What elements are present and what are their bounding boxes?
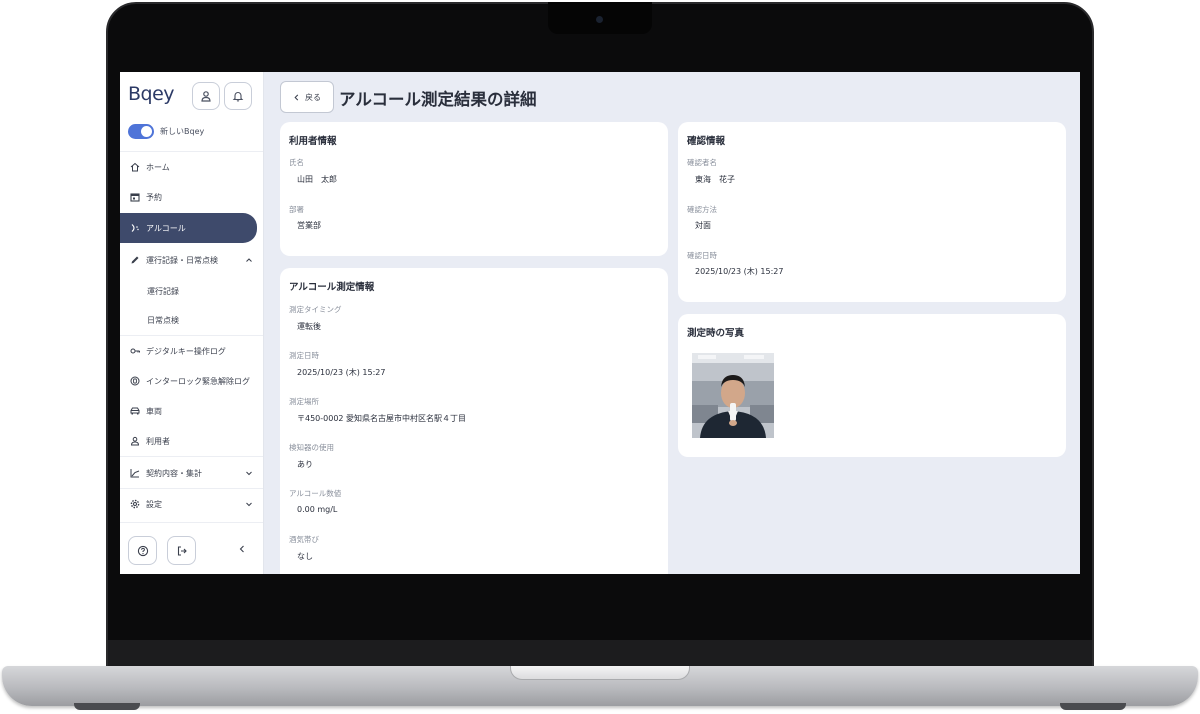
logout-icon [177, 545, 187, 556]
sidebar-item-alcohol[interactable]: アルコール [120, 213, 257, 243]
card-title: 確認情報 [687, 136, 726, 147]
pencil-icon [131, 256, 139, 264]
detector-value: あり [297, 460, 313, 469]
sidebar-item-label: 予約 [146, 192, 162, 202]
sidebar-item-label: ホーム [146, 162, 170, 172]
department-label: 部署 [289, 205, 304, 214]
sidebar-item-contract-summary[interactable]: 契約内容・集計 [120, 458, 263, 488]
laptop-foot [1060, 703, 1126, 710]
sidebar: Bqey 新しいBqey ホーム 予約 アルコール 運行記録・日常点検 運行記録… [120, 72, 264, 574]
bell-icon [232, 92, 244, 102]
confirmer-value: 東海 花子 [695, 175, 735, 184]
sidebar-item-label: デジタルキー操作ログ [146, 346, 226, 356]
calendar-icon [130, 193, 140, 202]
chevron-left-icon [294, 94, 299, 100]
sidebar-item-users[interactable]: 利用者 [120, 426, 263, 456]
chart-icon [130, 469, 140, 478]
measurement-photo[interactable] [692, 353, 774, 438]
name-label: 氏名 [289, 158, 304, 167]
camera-icon [596, 16, 603, 23]
card-title: 測定時の写真 [687, 328, 745, 339]
divider [120, 456, 263, 457]
collapse-sidebar-icon[interactable] [237, 544, 247, 554]
user-icon [201, 91, 211, 102]
timing-label: 測定タイミング [289, 305, 342, 314]
sidebar-item-label: 運行記録・日常点検 [146, 255, 218, 265]
method-value: 対面 [695, 221, 711, 230]
back-label: 戻る [305, 92, 321, 102]
key-icon [130, 348, 140, 354]
alcohol-level-label: アルコール数値 [289, 489, 342, 498]
page-title: アルコール測定結果の詳細 [339, 90, 537, 109]
department-value: 営業部 [297, 221, 321, 230]
photo-card: 測定時の写真 [678, 314, 1066, 457]
logout-button[interactable] [167, 536, 196, 565]
sidebar-item-settings[interactable]: 設定 [120, 489, 263, 519]
sidebar-item-operation-records[interactable]: 運行記録・日常点検 [120, 245, 263, 275]
car-icon [130, 407, 140, 415]
name-value: 山田 太郎 [297, 175, 337, 184]
sidebar-item-digital-key-log[interactable]: デジタルキー操作ログ [120, 336, 263, 366]
new-ui-toggle[interactable] [128, 124, 154, 139]
confirmation-card: 確認情報 確認者名 東海 花子 確認方法 対面 確認日時 2025/10/23 … [678, 122, 1066, 302]
alcohol-level-value: 0.00 mg/L [297, 505, 338, 514]
toggle-label: 新しいBqey [160, 127, 205, 136]
sidebar-item-home[interactable]: ホーム [120, 152, 263, 182]
sidebar-item-run-log[interactable]: 運行記録 [120, 276, 263, 306]
divider [120, 522, 263, 523]
trackpad-notch [510, 666, 690, 680]
confirmed-at-value: 2025/10/23 (木) 15:27 [695, 267, 784, 276]
measured-at-label: 測定日時 [289, 351, 319, 360]
laptop-mockup: Bqey 新しいBqey ホーム 予約 アルコール 運行記録・日常点検 運行記録… [0, 0, 1200, 714]
confirmed-at-label: 確認日時 [687, 251, 717, 260]
sidebar-item-label: 運行記録 [147, 286, 179, 296]
place-value: 〒450-0002 愛知県名古屋市中村区名駅４丁目 [297, 414, 467, 423]
person-photo [692, 353, 774, 438]
user-icon [130, 436, 140, 446]
sidebar-item-reservation[interactable]: 予約 [120, 182, 263, 212]
card-title: 利用者情報 [289, 136, 337, 147]
app-screen: Bqey 新しいBqey ホーム 予約 アルコール 運行記録・日常点検 運行記録… [120, 72, 1080, 574]
measured-at-value: 2025/10/23 (木) 15:27 [297, 368, 386, 377]
app-logo[interactable]: Bqey [128, 83, 175, 105]
alcohol-measurement-card: アルコール測定情報 測定タイミング 運転後 測定日時 2025/10/23 (木… [280, 268, 668, 574]
screen-bezel [108, 640, 1092, 668]
help-icon [137, 545, 148, 556]
sidebar-item-vehicles[interactable]: 車両 [120, 396, 263, 426]
notification-button[interactable] [224, 82, 252, 110]
laptop-foot [74, 703, 140, 710]
intoxication-label: 酒気帯び [289, 535, 319, 544]
sidebar-item-label: 契約内容・集計 [146, 468, 202, 478]
new-ui-toggle-row: 新しいBqey [128, 124, 204, 139]
chevron-down-icon [246, 471, 252, 476]
profile-button[interactable] [192, 82, 220, 110]
interlock-icon [130, 376, 140, 386]
help-button[interactable] [128, 536, 157, 565]
sidebar-item-interlock-log[interactable]: インターロック緊急解除ログ [120, 366, 263, 396]
back-button[interactable]: 戻る [280, 81, 334, 113]
sidebar-item-label: アルコール [146, 223, 186, 233]
sidebar-item-label: 車両 [146, 406, 162, 416]
sidebar-item-label: 設定 [146, 499, 162, 509]
detector-label: 検知器の使用 [289, 443, 334, 452]
intoxication-value: なし [297, 552, 313, 561]
confirmer-label: 確認者名 [687, 158, 717, 167]
chevron-up-icon [246, 258, 252, 262]
sidebar-item-label: インターロック緊急解除ログ [146, 376, 250, 386]
chevron-down-icon [246, 502, 252, 507]
gear-icon [130, 499, 140, 509]
method-label: 確認方法 [687, 205, 717, 214]
timing-value: 運転後 [297, 322, 321, 331]
sidebar-item-label: 日常点検 [147, 315, 179, 325]
alcohol-icon [131, 224, 139, 232]
sidebar-item-daily-inspection[interactable]: 日常点検 [120, 305, 263, 335]
card-title: アルコール測定情報 [289, 282, 375, 293]
place-label: 測定場所 [289, 397, 319, 406]
home-icon [130, 162, 140, 172]
sidebar-item-label: 利用者 [146, 436, 170, 446]
user-info-card: 利用者情報 氏名 山田 太郎 部署 営業部 [280, 122, 668, 256]
